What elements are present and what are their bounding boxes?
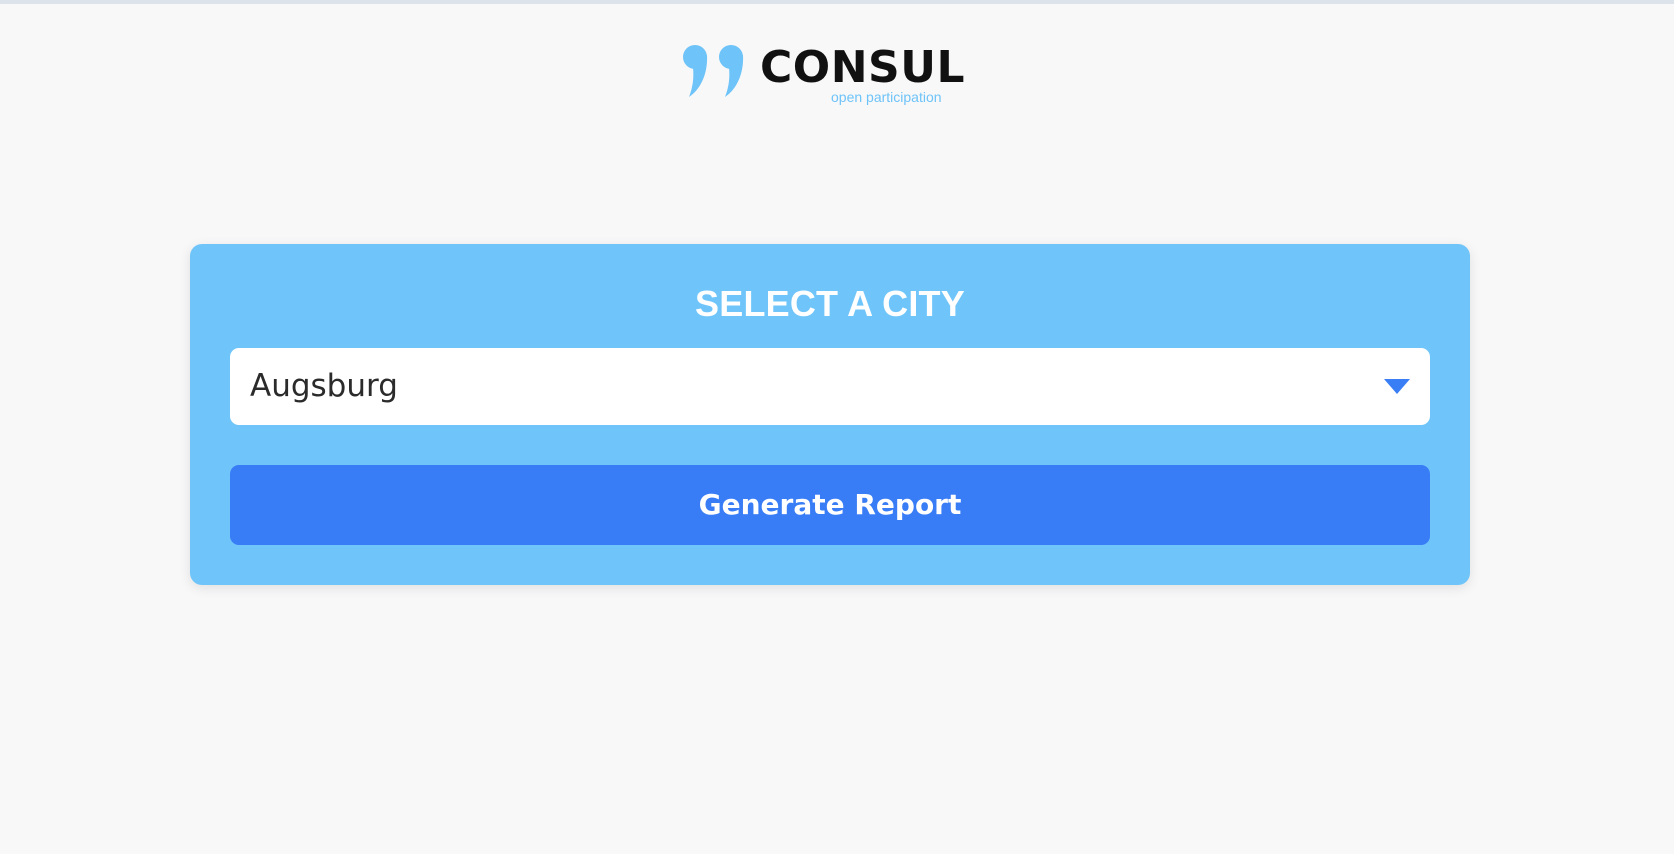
consul-logo: CONSUL open participation	[681, 40, 964, 110]
brand-name: CONSUL	[760, 42, 965, 93]
generate-report-button[interactable]: Generate Report	[230, 465, 1430, 545]
chevron-down-icon	[1384, 379, 1410, 394]
city-selection-panel: SELECT A CITY Augsburg Generate Report	[190, 244, 1470, 585]
selected-city-value: Augsburg	[250, 368, 398, 404]
brand-tagline: open participation	[831, 89, 942, 105]
double-quote-marks-icon	[683, 45, 744, 97]
top-border	[0, 0, 1674, 4]
city-select-dropdown[interactable]: Augsburg	[230, 348, 1430, 425]
panel-title: SELECT A CITY	[695, 283, 965, 324]
